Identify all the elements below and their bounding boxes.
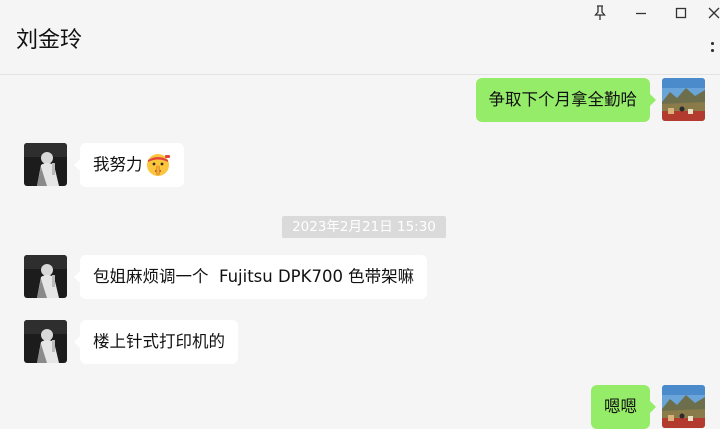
message-bubble-incoming[interactable]: 我努力 [74, 143, 184, 187]
chat-title: 刘金玲 [16, 28, 83, 53]
more-icon[interactable] [706, 38, 720, 52]
message-text: 包姐麻烦调一个 Fujitsu DPK700 色带架嘛 [93, 267, 415, 286]
close-icon[interactable] [704, 4, 720, 22]
message-text: 我努力 [93, 155, 143, 174]
message-bubble-incoming[interactable]: 楼上针式打印机的 [74, 320, 238, 364]
my-avatar[interactable] [662, 385, 705, 428]
message-text: 楼上针式打印机的 [93, 332, 225, 351]
chat-header: 刘金玲 [0, 0, 720, 75]
message-bubble-outgoing[interactable]: 嗯嗯 [591, 385, 656, 429]
message-text: 争取下个月拿全勤哈 [488, 90, 638, 109]
minimize-icon[interactable] [631, 4, 651, 22]
contact-avatar[interactable] [24, 255, 67, 298]
message-bubble-outgoing[interactable]: 争取下个月拿全勤哈 [475, 78, 656, 122]
contact-avatar[interactable] [24, 143, 67, 186]
message-text: 嗯嗯 [604, 397, 637, 416]
timestamp: 2023年2月21日 15:30 [282, 216, 446, 238]
shushing-face-emoji [146, 154, 170, 176]
pin-icon[interactable] [590, 4, 610, 22]
contact-avatar[interactable] [24, 320, 67, 363]
maximize-icon[interactable] [671, 4, 691, 22]
my-avatar[interactable] [662, 78, 705, 121]
message-bubble-incoming[interactable]: 包姐麻烦调一个 Fujitsu DPK700 色带架嘛 [73, 255, 428, 299]
message-list[interactable]: 争取下个月拿全勤哈 我努力 2023年2月21日 15:30 包姐麻烦调一个 F… [0, 75, 720, 429]
